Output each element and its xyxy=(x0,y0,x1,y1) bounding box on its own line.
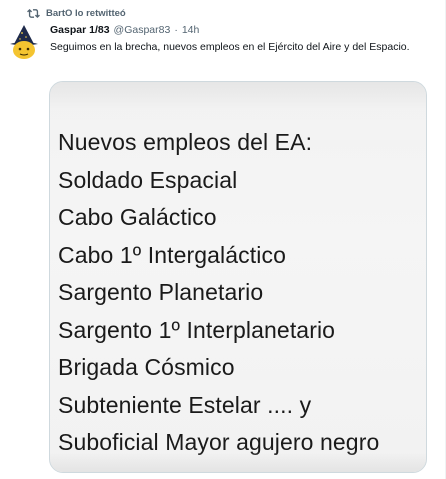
retweet-icon xyxy=(27,9,40,18)
media-text-list: Nuevos empleos del EA: Soldado Espacial … xyxy=(58,124,379,462)
media-shade-bottom xyxy=(50,452,426,472)
timestamp[interactable]: 14h xyxy=(182,24,200,36)
media-line: Sargento 1º Interplanetario xyxy=(58,316,336,343)
media-line: Cabo 1º Intergaláctico xyxy=(58,241,286,268)
tweet-card[interactable]: BartO lo retwitteó Gaspar 1/83 @Gaspar83… xyxy=(0,0,446,479)
media-line: Nuevos empleos del EA: xyxy=(58,129,313,155)
retweet-label[interactable]: BartO lo retwitteó xyxy=(46,8,126,19)
separator-dot: · xyxy=(174,24,178,36)
avatar[interactable] xyxy=(4,22,44,62)
display-name[interactable]: Gaspar 1/83 xyxy=(50,24,110,36)
retweet-context: BartO lo retwitteó xyxy=(27,7,126,20)
user-handle[interactable]: @Gaspar83 xyxy=(114,24,171,36)
media-line: Subteniente Estelar .... y xyxy=(58,391,312,418)
media-line: Sargento Planetario xyxy=(58,279,264,305)
wizard-avatar-icon xyxy=(4,22,44,62)
tweet-media-image[interactable]: Nuevos empleos del EA: Soldado Espacial … xyxy=(49,81,427,473)
media-line: Brigada Cósmico xyxy=(58,354,235,380)
tweet-text: Seguimos en la brecha, nuevos empleos en… xyxy=(50,41,410,53)
tweet-header: Gaspar 1/83 @Gaspar83 · 14h xyxy=(50,24,199,36)
media-line: Soldado Espacial xyxy=(58,166,238,193)
media-shade-top xyxy=(50,82,426,110)
media-line: Cabo Galáctico xyxy=(58,204,217,230)
